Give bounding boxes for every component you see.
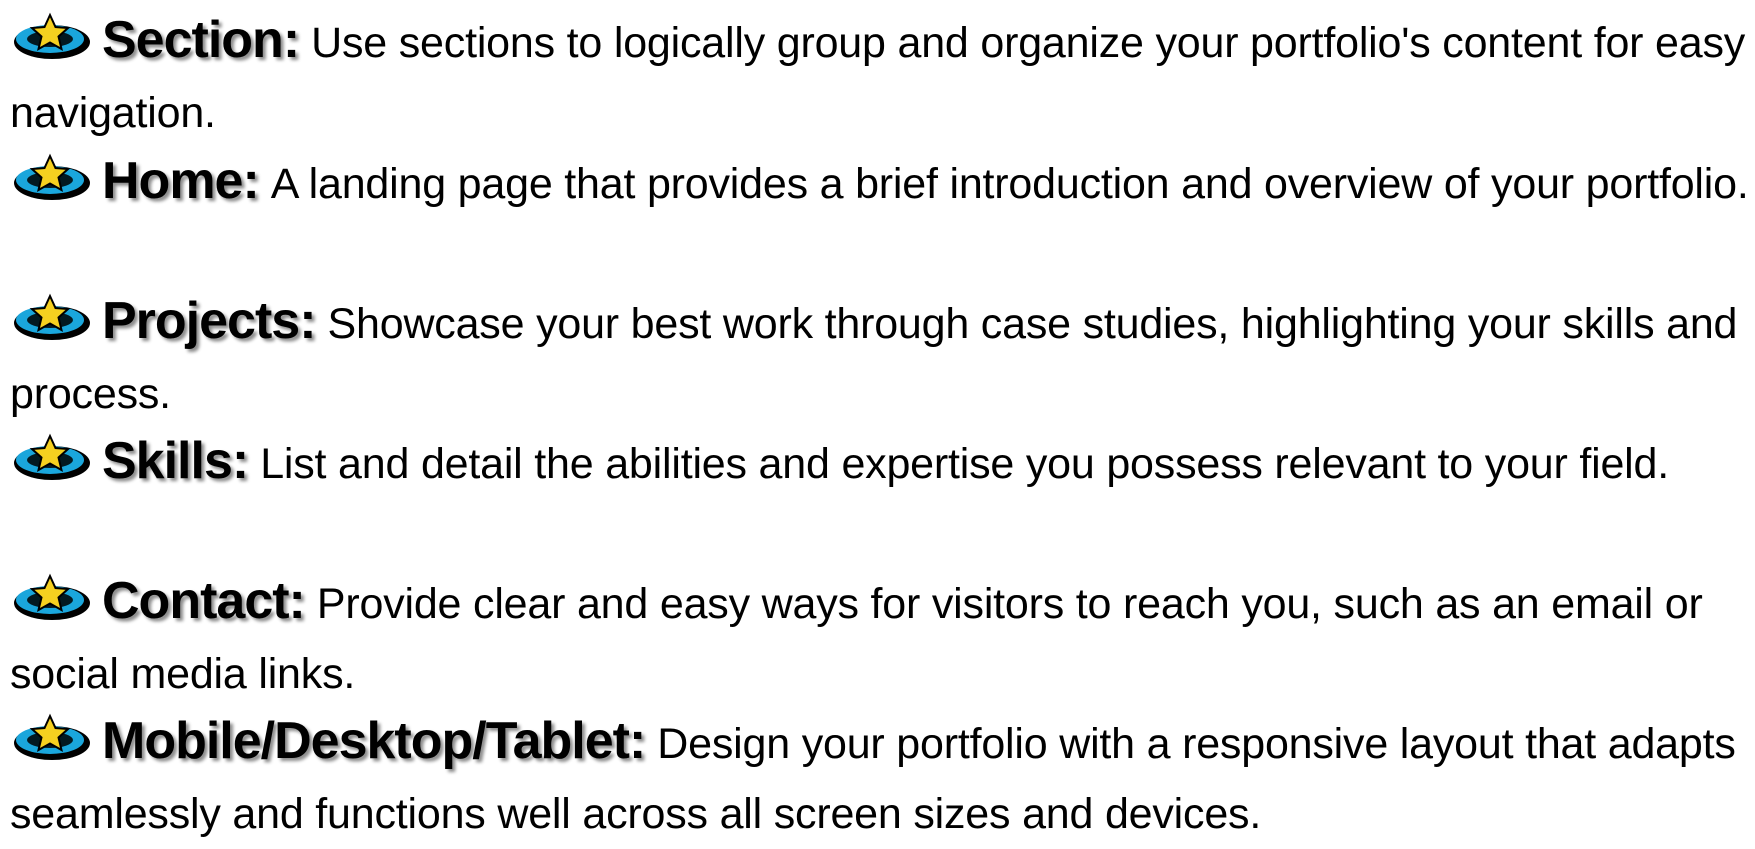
term-devices: Mobile/Desktop/Tablet: [102, 712, 646, 770]
description-skills: List and detail the abilities and expert… [260, 440, 1669, 488]
star-disc-icon [10, 432, 92, 484]
list-item-skills: Skills: List and detail the abilities and… [10, 426, 1750, 499]
star-disc-icon [10, 712, 92, 764]
term-contact: Contact: [102, 572, 306, 630]
term-projects: Projects: [102, 292, 317, 350]
term-skills: Skills: [102, 432, 249, 490]
term-home: Home: [102, 152, 260, 210]
description-home: A landing page that provides a brief int… [270, 160, 1749, 208]
term-section: Section: [102, 11, 300, 69]
bullet-list: Section: Use sections to logically group … [0, 0, 1755, 838]
star-disc-icon [10, 11, 92, 63]
star-disc-icon [10, 152, 92, 204]
list-item-devices: Mobile/Desktop/Tablet: Design your portfo… [10, 706, 1750, 849]
list-item-projects: Projects: Showcase your best work through… [10, 286, 1750, 429]
list-item-home: Home: A landing page that provides a brie… [10, 146, 1750, 219]
list-item-contact: Contact: Provide clear and easy ways for … [10, 566, 1750, 709]
star-disc-icon [10, 572, 92, 624]
star-disc-icon [10, 292, 92, 344]
list-item-section: Section: Use sections to logically group … [10, 5, 1750, 148]
